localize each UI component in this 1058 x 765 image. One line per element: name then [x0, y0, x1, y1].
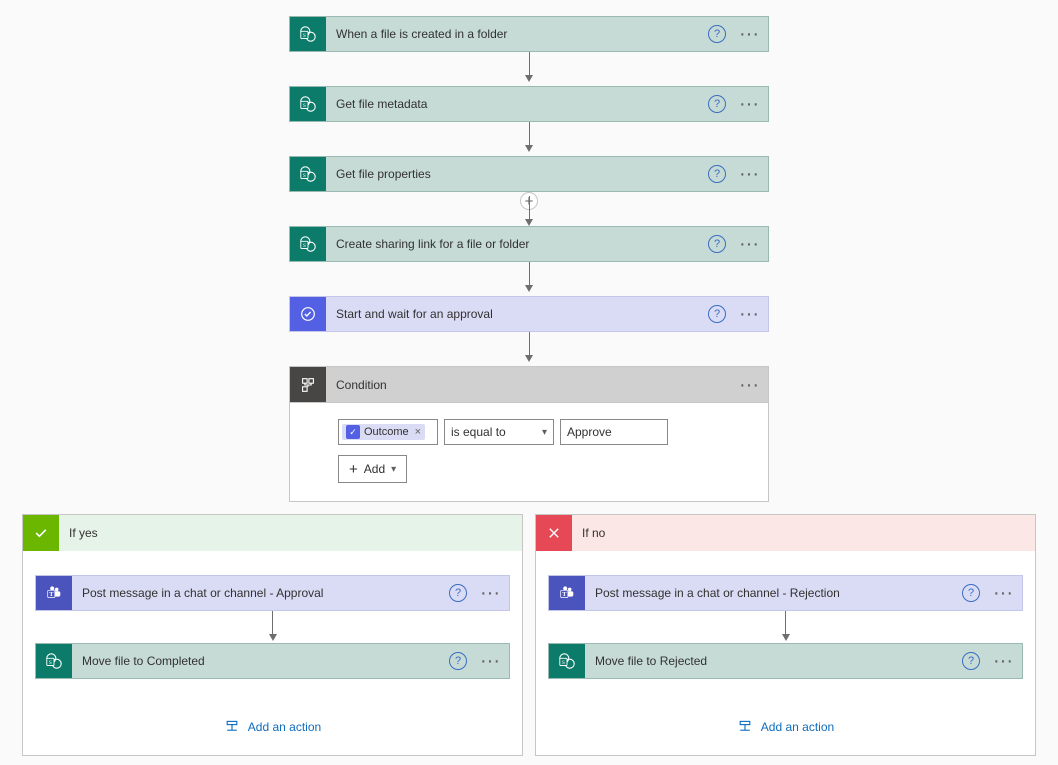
branch-no: If no T Post message in a chat or channe… — [535, 514, 1036, 756]
condition-control[interactable]: Condition ··· ✓ Outcome × is equal to ▾ — [289, 366, 769, 502]
more-icon[interactable]: ··· — [734, 241, 764, 247]
more-icon[interactable]: ··· — [988, 658, 1018, 664]
more-icon[interactable]: ··· — [475, 658, 505, 664]
help-icon[interactable]: ? — [962, 584, 980, 602]
connector-arrow — [548, 611, 1023, 643]
add-action-icon — [224, 719, 240, 735]
svg-text:S: S — [303, 33, 306, 39]
condition-left-operand[interactable]: ✓ Outcome × — [338, 419, 438, 445]
flow-step-approval[interactable]: Start and wait for an approval ? ··· — [289, 296, 769, 332]
value-label: Approve — [567, 425, 612, 439]
step-label: Get file properties — [326, 167, 708, 181]
sharepoint-icon: S — [290, 87, 326, 121]
connector-arrow — [289, 332, 769, 366]
branch-yes: If yes T Post message in a chat or chann… — [22, 514, 523, 756]
sharepoint-icon: S — [549, 644, 585, 678]
branch-label: If yes — [59, 526, 98, 540]
plus-icon: + — [349, 461, 358, 478]
condition-right-operand[interactable]: Approve — [560, 419, 668, 445]
teams-icon: T — [549, 576, 585, 610]
connector-arrow — [289, 52, 769, 86]
add-action-button[interactable]: Add an action — [548, 719, 1023, 735]
sharepoint-icon: S — [36, 644, 72, 678]
help-icon[interactable]: ? — [708, 165, 726, 183]
flow-step-create-share-link[interactable]: S Create sharing link for a file or fold… — [289, 226, 769, 262]
step-label: Move file to Rejected — [585, 654, 962, 668]
help-icon[interactable]: ? — [449, 652, 467, 670]
more-icon[interactable]: ··· — [475, 590, 505, 596]
help-icon[interactable]: ? — [708, 305, 726, 323]
help-icon[interactable]: ? — [708, 25, 726, 43]
sharepoint-icon: S — [290, 17, 326, 51]
add-action-icon — [737, 719, 753, 735]
flow-step-get-metadata[interactable]: S Get file metadata ? ··· — [289, 86, 769, 122]
connector-arrow — [289, 262, 769, 296]
more-icon[interactable]: ··· — [734, 382, 764, 388]
sharepoint-icon: S — [290, 157, 326, 191]
flow-step-trigger[interactable]: S When a file is created in a folder ? ·… — [289, 16, 769, 52]
token-label: Outcome — [364, 426, 409, 438]
branch-yes-header[interactable]: If yes — [23, 515, 522, 551]
flow-step-get-properties[interactable]: S Get file properties ? ··· — [289, 156, 769, 192]
cross-icon — [536, 515, 572, 551]
sharepoint-icon: S — [290, 227, 326, 261]
step-label: Get file metadata — [326, 97, 708, 111]
flow-step-move-completed[interactable]: S Move file to Completed ? ··· — [35, 643, 510, 679]
flow-step-post-rejection[interactable]: T Post message in a chat or channel - Re… — [548, 575, 1023, 611]
chevron-down-icon: ▾ — [391, 464, 396, 475]
teams-icon: T — [36, 576, 72, 610]
branch-no-header[interactable]: If no — [536, 515, 1035, 551]
step-label: Move file to Completed — [72, 654, 449, 668]
more-icon[interactable]: ··· — [734, 311, 764, 317]
svg-text:S: S — [562, 660, 565, 666]
svg-text:S: S — [49, 660, 52, 666]
step-label: Post message in a chat or channel - Appr… — [72, 586, 449, 600]
add-condition-button[interactable]: + Add ▾ — [338, 455, 407, 483]
help-icon[interactable]: ? — [962, 652, 980, 670]
operator-label: is equal to — [451, 425, 506, 439]
add-action-label: Add an action — [248, 720, 321, 734]
help-icon[interactable]: ? — [708, 235, 726, 253]
condition-title: Condition — [326, 378, 734, 392]
step-label: Create sharing link for a file or folder — [326, 237, 708, 251]
help-icon[interactable]: ? — [708, 95, 726, 113]
more-icon[interactable]: ··· — [734, 101, 764, 107]
more-icon[interactable]: ··· — [734, 171, 764, 177]
flow-step-post-approval[interactable]: T Post message in a chat or channel - Ap… — [35, 575, 510, 611]
check-icon — [23, 515, 59, 551]
condition-icon — [290, 367, 326, 402]
connector-arrow: + — [289, 192, 769, 226]
remove-token-icon[interactable]: × — [415, 426, 421, 438]
dynamic-content-token[interactable]: ✓ Outcome × — [342, 424, 425, 440]
condition-row: ✓ Outcome × is equal to ▾ Approve — [338, 419, 720, 445]
condition-operator-select[interactable]: is equal to ▾ — [444, 419, 554, 445]
help-icon[interactable]: ? — [449, 584, 467, 602]
svg-text:S: S — [303, 173, 306, 179]
more-icon[interactable]: ··· — [988, 590, 1018, 596]
step-label: Start and wait for an approval — [326, 307, 708, 321]
add-label: Add — [364, 462, 385, 476]
add-action-label: Add an action — [761, 720, 834, 734]
connector-arrow — [35, 611, 510, 643]
chevron-down-icon: ▾ — [542, 427, 547, 438]
more-icon[interactable]: ··· — [734, 31, 764, 37]
svg-text:S: S — [303, 243, 306, 249]
step-label: When a file is created in a folder — [326, 27, 708, 41]
approval-icon — [290, 297, 326, 331]
approval-icon: ✓ — [346, 425, 360, 439]
step-label: Post message in a chat or channel - Reje… — [585, 586, 962, 600]
condition-header[interactable]: Condition ··· — [290, 367, 768, 403]
connector-arrow — [289, 122, 769, 156]
add-action-button[interactable]: Add an action — [35, 719, 510, 735]
condition-body: ✓ Outcome × is equal to ▾ Approve + — [290, 403, 768, 501]
branch-label: If no — [572, 526, 605, 540]
flow-step-move-rejected[interactable]: S Move file to Rejected ? ··· — [548, 643, 1023, 679]
svg-text:S: S — [303, 103, 306, 109]
